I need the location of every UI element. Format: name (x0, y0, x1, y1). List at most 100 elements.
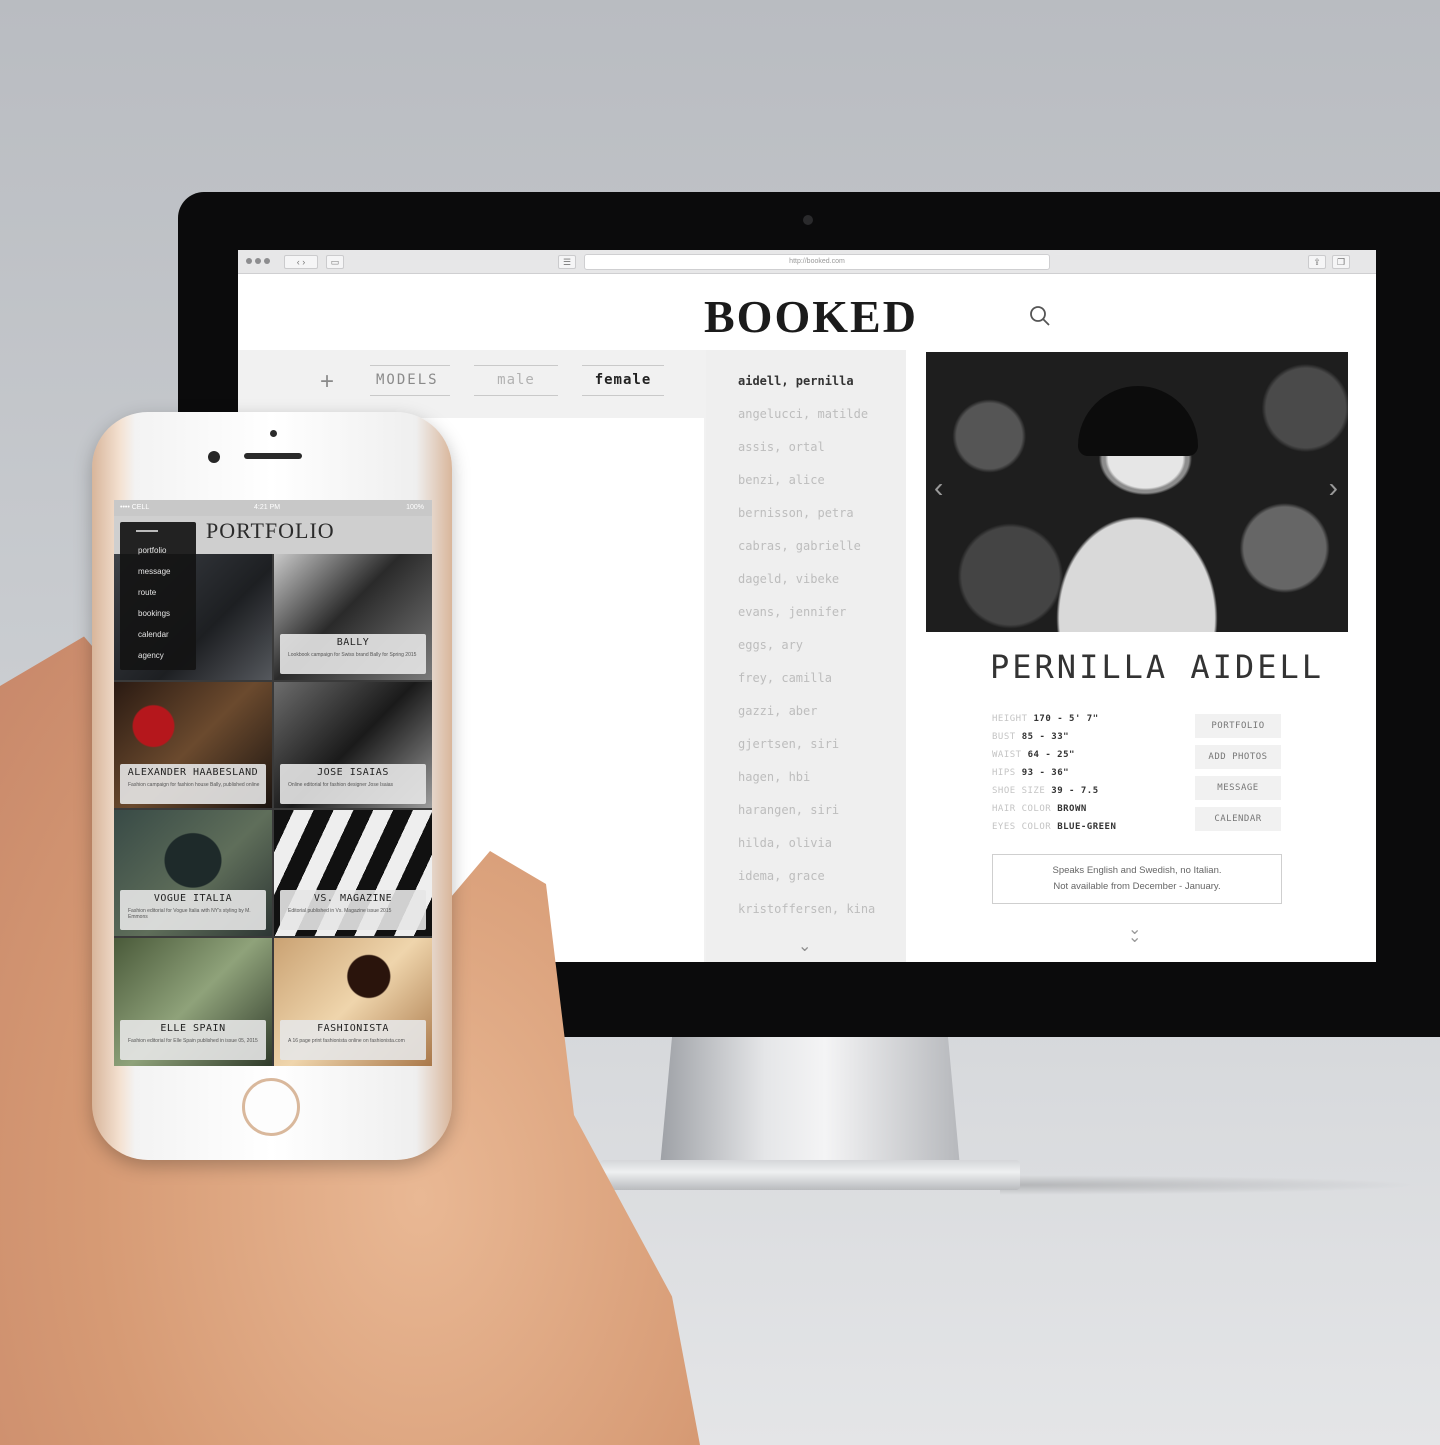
menu-handle[interactable] (136, 530, 158, 532)
stat-waist: WAIST 64 - 25" (992, 750, 1075, 760)
phone-status-bar: •••• CELL 4:21 PM 100% (114, 500, 432, 516)
brand-logo[interactable]: BOOKED (704, 290, 918, 343)
model-list-item[interactable]: evans, jennifer (738, 605, 846, 619)
monitor-camera (803, 215, 813, 225)
model-list-item[interactable]: benzi, alice (738, 473, 825, 487)
status-battery: 100% (406, 504, 424, 511)
portfolio-tile[interactable]: BALLY Lookbook campaign for Swiss brand … (274, 554, 432, 680)
stat-eyes-color: EYES COLOR BLUE-GREEN (992, 822, 1117, 832)
window-zoom-dot[interactable] (264, 258, 270, 264)
stat-bust: BUST 85 - 33" (992, 732, 1070, 742)
model-list-item[interactable]: dageld, vibeke (738, 572, 839, 586)
tile-title: VS. MAGAZINE (313, 893, 393, 904)
search-icon[interactable] (1028, 304, 1052, 328)
status-time: 4:21 PM (254, 504, 281, 511)
monitor-shadow (1000, 1175, 1420, 1195)
tile-caption: VS. MAGAZINE Editorial published in Vs. … (280, 890, 426, 930)
model-photo: ‹ › (926, 352, 1348, 632)
phone-speaker (244, 453, 302, 459)
model-name-list: aidell, pernilla angelucci, matilde assi… (706, 350, 906, 962)
model-list-item[interactable]: bernisson, petra (738, 506, 854, 520)
menu-item-portfolio[interactable]: portfolio (138, 546, 166, 555)
share-icon[interactable]: ⇪ (1308, 255, 1326, 269)
tab-male[interactable]: male (474, 365, 558, 396)
tile-description: A 16 page print fashionista online on fa… (288, 1038, 405, 1044)
model-list-item[interactable]: kristoffersen, kina (738, 902, 875, 916)
note-line: Not available from December - January. (1053, 881, 1221, 892)
tile-title: JOSE ISAIAS (317, 767, 389, 778)
model-list-item[interactable]: hilda, olivia (738, 836, 832, 850)
monitor-stand-base (600, 1160, 1020, 1190)
home-button[interactable] (242, 1078, 300, 1136)
menu-item-agency[interactable]: agency (138, 651, 164, 660)
model-list-item[interactable]: gazzi, aber (738, 704, 817, 718)
tile-caption: ALEXANDER HAABESLAND Fashion campaign fo… (120, 764, 266, 804)
reader-menu-icon[interactable]: ☰ (558, 255, 576, 269)
chevron-down-icon[interactable]: ⌄ (798, 936, 811, 956)
monitor-stand (660, 1037, 960, 1167)
model-list-item[interactable]: aidell, pernilla (738, 374, 854, 388)
model-list-item[interactable]: angelucci, matilde (738, 407, 868, 421)
window-close-dot[interactable] (246, 258, 252, 264)
tile-description: Lookbook campaign for Swiss brand Bally … (288, 652, 417, 658)
chevron-left-icon[interactable]: ‹ (934, 472, 943, 504)
stat-hips: HIPS 93 - 36" (992, 768, 1070, 778)
tile-description: Fashion campaign for fashion house Bally… (128, 782, 260, 788)
url-field[interactable]: http://booked.com (584, 254, 1050, 270)
tile-caption: VOGUE ITALIA Fashion editorial for Vogue… (120, 890, 266, 930)
portfolio-tile[interactable]: VOGUE ITALIA Fashion editorial for Vogue… (114, 810, 272, 936)
tile-description: Online editorial for fashion designer Jo… (288, 782, 394, 788)
tabs-icon[interactable]: ❐ (1332, 255, 1350, 269)
model-list-item[interactable]: eggs, ary (738, 638, 803, 652)
portfolio-tile[interactable]: FASHIONISTA A 16 page print fashionista … (274, 938, 432, 1066)
add-photos-button[interactable]: ADD PHOTOS (1195, 745, 1281, 769)
model-list-item[interactable]: cabras, gabrielle (738, 539, 861, 553)
stat-height: HEIGHT 170 - 5' 7" (992, 714, 1099, 724)
stat-shoe-size: SHOE SIZE 39 - 7.5 (992, 786, 1099, 796)
tile-caption: ELLE SPAIN Fashion editorial for Elle Sp… (120, 1020, 266, 1060)
portfolio-button[interactable]: PORTFOLIO (1195, 714, 1281, 738)
portfolio-tile[interactable]: JOSE ISAIAS Online editorial for fashion… (274, 682, 432, 808)
model-list-item[interactable]: idema, grace (738, 869, 825, 883)
model-list-item[interactable]: gjertsen, siri (738, 737, 839, 751)
window-minimize-dot[interactable] (255, 258, 261, 264)
portfolio-tile[interactable]: ALEXANDER HAABESLAND Fashion campaign fo… (114, 682, 272, 808)
back-forward-buttons[interactable]: ‹ › (284, 255, 318, 269)
tile-caption: JOSE ISAIAS Online editorial for fashion… (280, 764, 426, 804)
model-list-item[interactable]: assis, ortal (738, 440, 825, 454)
tile-title: ELLE SPAIN (160, 1023, 226, 1034)
add-model-button[interactable]: + (320, 368, 334, 396)
phone-screen: •••• CELL 4:21 PM 100% PORTFOLIO BALLY L… (114, 500, 432, 1066)
phone-camera (208, 451, 220, 463)
status-carrier: •••• CELL (120, 504, 150, 511)
tile-description: Editorial published in Vs. Magazine issu… (288, 908, 392, 914)
tile-title: ALEXANDER HAABESLAND (127, 767, 259, 778)
tab-female[interactable]: female (582, 365, 664, 396)
tile-description: Fashion editorial for Elle Spain publish… (128, 1038, 258, 1044)
tab-models[interactable]: MODELS (370, 365, 450, 396)
model-name: PERNILLA AIDELL (990, 648, 1324, 686)
menu-item-route[interactable]: route (138, 588, 156, 597)
model-hair-shape (1078, 386, 1198, 456)
menu-item-calendar[interactable]: calendar (138, 630, 169, 639)
model-list-item[interactable]: harangen, siri (738, 803, 839, 817)
message-button[interactable]: MESSAGE (1195, 776, 1281, 800)
stat-hair-color: HAIR COLOR BROWN (992, 804, 1087, 814)
model-list-item[interactable]: hagen, hbi (738, 770, 810, 784)
model-list-item[interactable]: frey, camilla (738, 671, 832, 685)
tile-title: VOGUE ITALIA (153, 893, 233, 904)
menu-item-bookings[interactable]: bookings (138, 609, 170, 618)
chevron-right-icon[interactable]: › (1329, 472, 1338, 504)
tile-description: Fashion editorial for Vogue Italia with … (128, 908, 251, 920)
tile-caption: BALLY Lookbook campaign for Swiss brand … (280, 634, 426, 674)
sidebar-toggle-icon[interactable]: ▭ (326, 255, 344, 269)
phone-side-menu: portfolio message route bookings calenda… (120, 522, 196, 670)
tile-caption: FASHIONISTA A 16 page print fashionista … (280, 1020, 426, 1060)
double-chevron-down-icon[interactable]: ⌄ ⌄ (1128, 922, 1141, 946)
portfolio-tile[interactable]: ELLE SPAIN Fashion editorial for Elle Sp… (114, 938, 272, 1066)
portfolio-tile[interactable]: VS. MAGAZINE Editorial published in Vs. … (274, 810, 432, 936)
note-line: Speaks English and Swedish, no Italian. (1052, 865, 1222, 876)
menu-item-message[interactable]: message (138, 567, 170, 576)
calendar-button[interactable]: CALENDAR (1195, 807, 1281, 831)
tile-title: FASHIONISTA (317, 1023, 389, 1034)
